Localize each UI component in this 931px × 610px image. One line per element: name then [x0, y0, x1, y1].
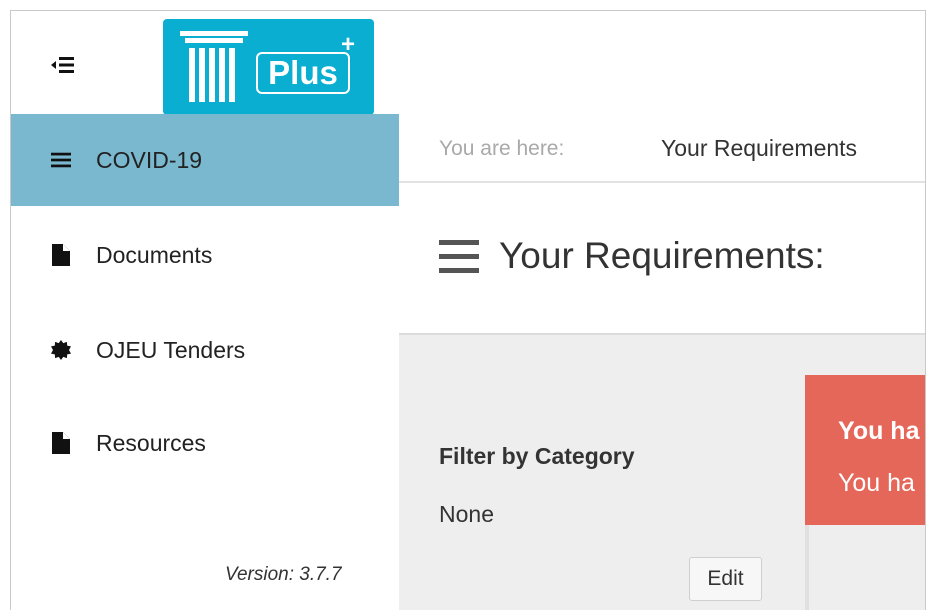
panel-divider: [805, 525, 809, 610]
collapse-sidebar-button[interactable]: [51, 54, 75, 76]
logo-text: Plus: [256, 52, 350, 94]
badge-icon: [51, 339, 71, 361]
version-label: Version: 3.7.7: [225, 564, 342, 585]
content-area: Filter by Category None Edit You ha You …: [399, 333, 925, 610]
alert-banner: You ha You ha: [805, 375, 925, 525]
collapse-menu-icon: [51, 57, 74, 73]
sidebar-item-resources[interactable]: Resources: [11, 397, 399, 489]
sidebar-item-label: OJEU Tenders: [96, 336, 246, 363]
edit-filter-button[interactable]: Edit: [689, 557, 762, 601]
breadcrumb: You are here: Your Requirements: [399, 114, 925, 183]
alert-body: You ha: [838, 469, 915, 497]
breadcrumb-prefix: You are here:: [439, 137, 565, 160]
sidebar-item-covid-19[interactable]: COVID-19: [11, 114, 399, 206]
filter-value: None: [439, 501, 494, 527]
sidebar-item-label: Resources: [96, 429, 206, 456]
list-icon: [439, 240, 479, 273]
page-header: Your Requirements:: [399, 183, 925, 333]
sidebar-item-label: Documents: [96, 241, 213, 268]
sidebar-item-documents[interactable]: Documents: [11, 209, 399, 301]
sidebar-item-label: COVID-19: [96, 146, 203, 173]
sidebar-item-ojeu-tenders[interactable]: OJEU Tenders: [11, 304, 399, 396]
bars-icon: [51, 149, 71, 171]
file-icon: [51, 244, 71, 266]
alert-title: You ha: [838, 417, 920, 445]
file-icon: [51, 432, 71, 454]
breadcrumb-current[interactable]: Your Requirements: [661, 135, 857, 162]
plus-logo[interactable]: Plus +: [163, 19, 374, 115]
logo-plus-badge: +: [341, 31, 356, 58]
filter-title: Filter by Category: [439, 443, 635, 469]
app-window: Plus + COVID-19 Documents OJEU Tenders R…: [10, 10, 926, 610]
sidebar: COVID-19 Documents OJEU Tenders Resource…: [11, 114, 399, 610]
page-title: Your Requirements:: [499, 235, 825, 276]
